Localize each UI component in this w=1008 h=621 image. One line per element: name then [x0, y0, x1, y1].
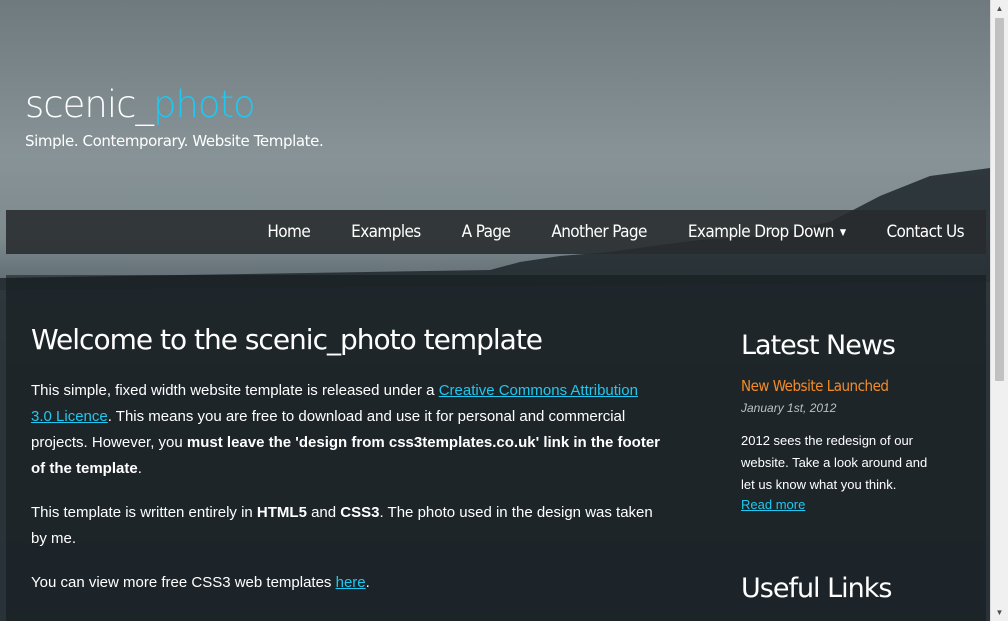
scroll-up-icon[interactable]: ▲	[991, 0, 1008, 17]
nav-item-contact-us[interactable]: Contact Us	[886, 210, 964, 255]
tech-paragraph: This template is written entirely in HTM…	[31, 504, 653, 547]
main-content: Welcome to the scenic_photo template Thi…	[31, 320, 661, 614]
scroll-down-icon[interactable]: ▼	[991, 604, 1008, 621]
nav-item-a-page[interactable]: A Page	[462, 210, 511, 255]
caret-down-icon: ▼	[839, 228, 846, 238]
page-title: Welcome to the scenic_photo template	[31, 323, 543, 356]
logo-main: scenic_	[25, 83, 154, 126]
site-header: scenic_photo Simple. Contemporary. Websi…	[25, 82, 324, 150]
nav-item-another-page[interactable]: Another Page	[551, 210, 647, 255]
intro-paragraph: This simple, fixed width website templat…	[31, 382, 660, 477]
news-body: 2012 sees the redesign of our website. T…	[741, 433, 928, 492]
scrollbar-thumb[interactable]	[995, 18, 1004, 381]
site-logo[interactable]: scenic_photo	[25, 82, 323, 128]
latest-news-heading: Latest News	[741, 330, 896, 361]
nav-item-examples[interactable]: Examples	[351, 210, 421, 255]
main-nav: Home Examples A Page Another Page Exampl…	[6, 210, 986, 254]
read-more-link[interactable]: Read more	[741, 497, 805, 512]
templates-paragraph: You can view more free CSS3 web template…	[31, 574, 370, 591]
sidebar: Latest News New Website Launched January…	[741, 328, 941, 514]
useful-links-heading: Useful Links	[741, 573, 893, 604]
templates-link[interactable]: here	[336, 574, 366, 591]
nav-item-home[interactable]: Home	[267, 210, 310, 255]
nav-item-example-drop-down[interactable]: Example Drop Down ▼	[688, 210, 846, 255]
vertical-scrollbar[interactable]: ▲ ▼	[990, 0, 1008, 621]
site-slogan: Simple. Contemporary. Website Template.	[25, 132, 324, 150]
logo-accent: photo	[152, 83, 256, 126]
useful-links-section: Useful Links	[741, 571, 941, 619]
news-date: January 1st, 2012	[741, 401, 837, 415]
news-title: New Website Launched	[741, 377, 889, 395]
